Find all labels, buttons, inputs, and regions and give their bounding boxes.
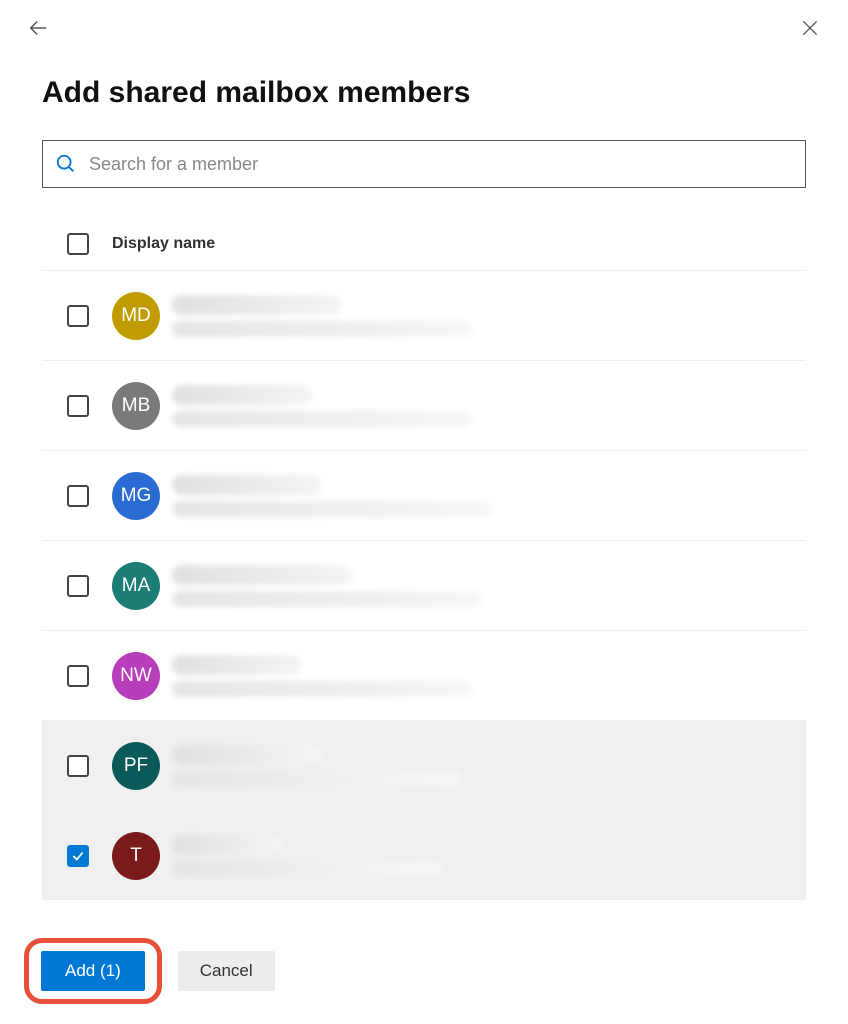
search-box[interactable] [42, 140, 806, 188]
add-members-panel: Add shared mailbox members Display name … [0, 0, 848, 1024]
member-row[interactable]: MA [42, 540, 806, 630]
members-list: Display name MD MB MG MA NW PF T [42, 218, 806, 900]
redacted-email [172, 681, 472, 697]
member-details [166, 835, 798, 877]
avatar: NW [112, 652, 160, 700]
redacted-name [172, 385, 312, 405]
member-row[interactable]: MB [42, 360, 806, 450]
back-button[interactable] [24, 14, 52, 42]
member-row[interactable]: MG [42, 450, 806, 540]
avatar: MA [112, 562, 160, 610]
member-checkbox[interactable] [67, 305, 89, 327]
member-row[interactable]: PF [42, 720, 806, 810]
member-checkbox[interactable] [67, 755, 89, 777]
member-details [166, 475, 798, 517]
redacted-email [172, 411, 472, 427]
avatar: T [112, 832, 160, 880]
table-header: Display name [42, 218, 806, 270]
redacted-email [172, 861, 442, 877]
cancel-button[interactable]: Cancel [178, 951, 275, 991]
redacted-email [172, 501, 492, 517]
redacted-name [172, 475, 322, 495]
redacted-email [172, 771, 462, 787]
add-button[interactable]: Add (1) [41, 951, 145, 991]
member-details [166, 385, 798, 427]
member-checkbox[interactable] [67, 575, 89, 597]
member-checkbox[interactable] [67, 395, 89, 417]
avatar: MD [112, 292, 160, 340]
avatar: MG [112, 472, 160, 520]
redacted-name [172, 745, 322, 765]
top-bar [24, 14, 824, 50]
search-input[interactable] [87, 153, 793, 176]
member-checkbox[interactable] [67, 665, 89, 687]
member-checkbox[interactable] [67, 485, 89, 507]
redacted-name [172, 295, 342, 315]
member-row[interactable]: MD [42, 270, 806, 360]
select-all-checkbox[interactable] [67, 233, 89, 255]
redacted-name [172, 565, 352, 585]
avatar: MB [112, 382, 160, 430]
footer-actions: Add (1) Cancel [24, 938, 275, 1004]
redacted-name [172, 655, 302, 675]
redacted-name [172, 835, 282, 855]
member-details [166, 565, 798, 607]
member-details [166, 745, 798, 787]
search-icon [55, 153, 77, 175]
member-details [166, 655, 798, 697]
member-checkbox[interactable] [67, 845, 89, 867]
close-icon [800, 18, 820, 38]
member-row[interactable]: T [42, 810, 806, 900]
redacted-email [172, 591, 482, 607]
page-title: Add shared mailbox members [42, 76, 824, 110]
avatar: PF [112, 742, 160, 790]
arrow-left-icon [27, 17, 49, 39]
add-button-highlight: Add (1) [24, 938, 162, 1004]
member-details [166, 295, 798, 337]
member-row[interactable]: NW [42, 630, 806, 720]
redacted-email [172, 321, 472, 337]
column-header-display-name[interactable]: Display name [106, 235, 215, 253]
close-button[interactable] [796, 14, 824, 42]
